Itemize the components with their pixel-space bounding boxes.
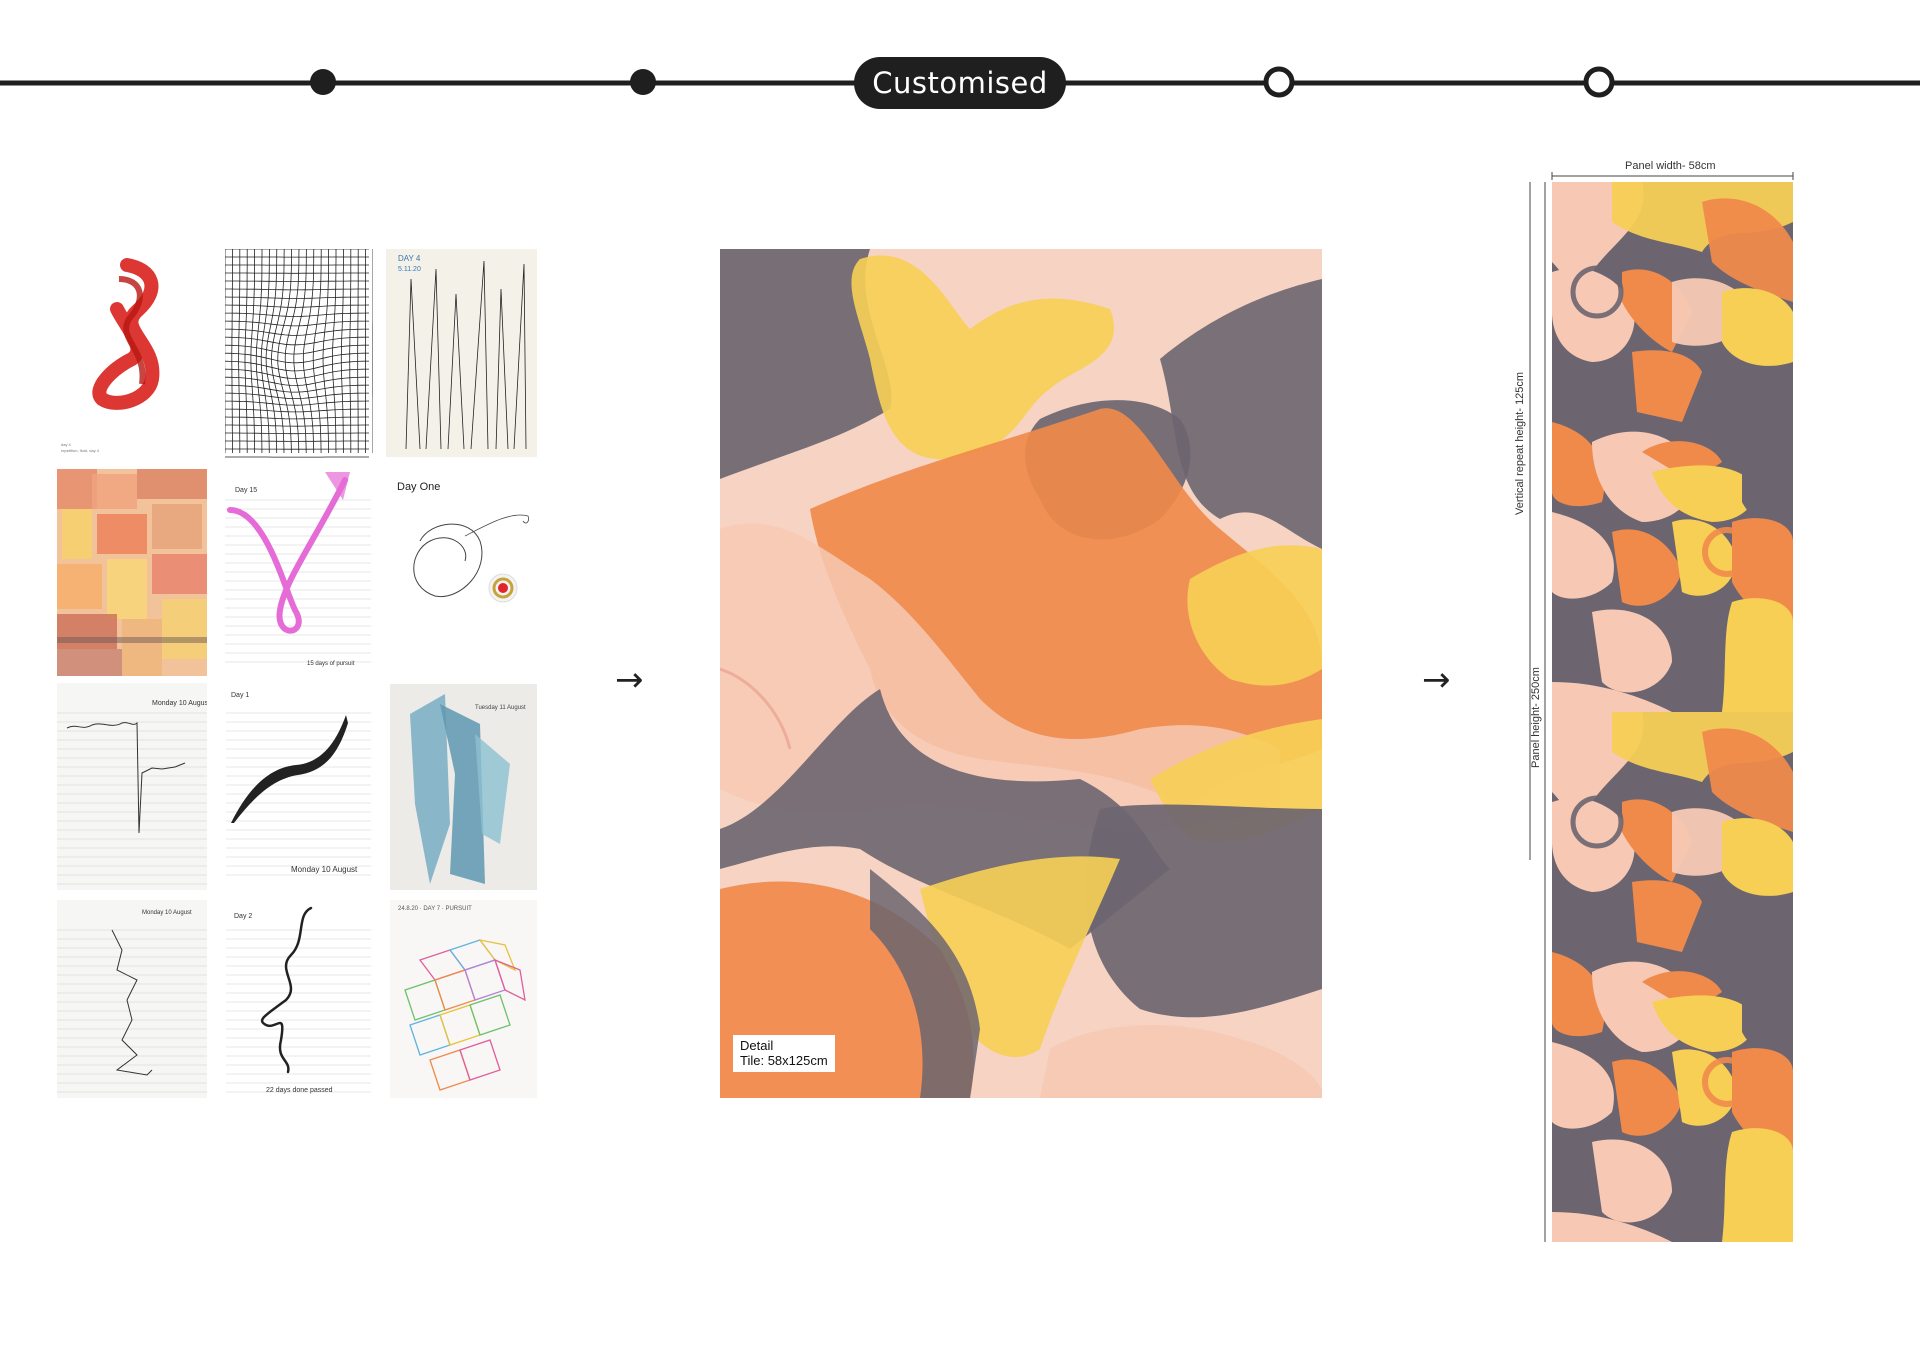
step-3-active-pill[interactable]: Customised: [854, 57, 1066, 109]
svg-text:Day 1: Day 1: [231, 692, 249, 699]
detail-label-title: Detail: [740, 1038, 774, 1053]
sketch-day-one-scribble[interactable]: [390, 471, 535, 676]
sketch-notebook-black-stroke[interactable]: Day 1 Monday 10 August: [226, 683, 371, 889]
svg-text:day 4: day 4: [61, 442, 72, 447]
svg-text:Day 2: Day 2: [234, 913, 252, 920]
svg-text:Monday 10 August: Monday 10 August: [152, 700, 207, 707]
detail-tile-artwork[interactable]: [720, 249, 1322, 1098]
sketch-day-4-lines[interactable]: DAY 4 5.11.20: [386, 249, 537, 457]
step-5-upcoming-dot[interactable]: [1583, 66, 1615, 98]
svg-text:15 days of pursuit: 15 days of pursuit: [307, 661, 355, 667]
svg-text:Monday 10 August: Monday 10 August: [142, 910, 192, 916]
day-one-caption: Day One: [397, 481, 441, 493]
detail-label: Detail Tile: 58x125cm: [733, 1035, 835, 1072]
monday-caption: Monday 10 August: [291, 865, 358, 874]
arrow-to-detail: →: [615, 660, 644, 700]
sketch-notebook-squiggle[interactable]: Day 2 22 days done passed: [226, 900, 371, 1098]
vertical-repeat-label: Vertical repeat height- 125cm: [1514, 371, 1526, 515]
step-1-completed-dot[interactable]: [310, 69, 336, 95]
svg-text:5.11.20: 5.11.20: [398, 266, 421, 273]
day-15-caption: Day 15: [235, 487, 257, 494]
svg-text:repetition, fluid, day 4: repetition, fluid, day 4: [61, 448, 100, 453]
arrow-to-panel: →: [1422, 660, 1451, 700]
sketch-notebook-jagged-line[interactable]: Monday 10 August: [57, 683, 207, 890]
panel-width-label: Panel width- 58cm: [1625, 160, 1716, 172]
detail-label-tile-size: Tile: 58x125cm: [740, 1053, 828, 1068]
svg-text:Tuesday 11 August: Tuesday 11 August: [475, 705, 526, 711]
step-4-upcoming-dot[interactable]: [1263, 66, 1295, 98]
wallpaper-panel-artwork[interactable]: [1552, 182, 1793, 1242]
sketch-watercolour-squares[interactable]: [57, 469, 207, 676]
active-step-label: Customised: [872, 66, 1048, 100]
svg-text:24.8.20 · DAY 7 · PURSUIT: 24.8.20 · DAY 7 · PURSUIT: [398, 906, 472, 912]
sketch-notebook-zigzag[interactable]: Monday 10 August: [57, 900, 207, 1098]
panel-height-label: Panel height- 250cm: [1530, 667, 1542, 768]
svg-text:22 days done passed: 22 days done passed: [266, 1087, 333, 1094]
sketch-coloured-cubes[interactable]: 24.8.20 · DAY 7 · PURSUIT: [390, 900, 537, 1098]
sketch-pink-loop[interactable]: Day 15 15 days of pursuit: [225, 470, 371, 676]
sketch-distorted-grid[interactable]: [225, 249, 373, 458]
sketch-blue-shards[interactable]: Tuesday 11 August: [390, 684, 537, 890]
sketch-red-ribbon[interactable]: day 4 repetition, fluid, day 4: [57, 249, 206, 458]
step-2-completed-dot[interactable]: [630, 69, 656, 95]
day-4-caption: DAY 4: [398, 254, 421, 263]
